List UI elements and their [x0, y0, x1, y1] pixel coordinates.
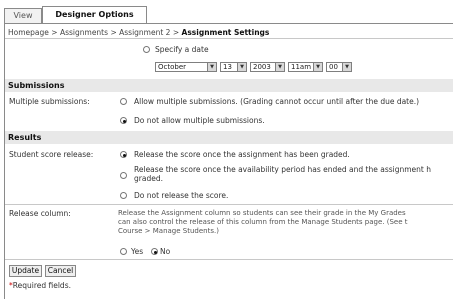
breadcrumb-separator: > [51, 28, 58, 37]
chevron-down-icon: ▼ [207, 63, 216, 71]
breadcrumb-home[interactable]: Homepage [8, 28, 49, 37]
required-text: Required fields. [12, 281, 71, 290]
release-when-graded-label: Release the score once the assignment ha… [134, 150, 350, 159]
multiple-submissions-label: Multiple submissions: [9, 97, 90, 106]
year-select[interactable]: 2003 ▼ [250, 62, 285, 72]
tab-divider [4, 23, 453, 24]
do-not-release-label: Do not release the score. [134, 191, 229, 200]
description-line: Release the Assignment column so student… [118, 209, 406, 217]
release-column-yes-radio[interactable] [120, 248, 127, 255]
chevron-down-icon: ▼ [313, 63, 322, 71]
breadcrumb-separator: > [110, 28, 117, 37]
minute-value: 00 [329, 63, 338, 71]
divider [5, 204, 453, 205]
description-line: Course > Manage Students.) [118, 227, 219, 235]
panel-border [4, 23, 5, 299]
allow-multiple-label: Allow multiple submissions. (Grading can… [134, 97, 420, 106]
breadcrumb-separator: > [172, 28, 180, 37]
description-line: can also control the release of this col… [118, 218, 408, 226]
disallow-multiple-radio[interactable] [120, 117, 127, 124]
specify-date-label: Specify a date [155, 45, 209, 54]
release-column-no-radio[interactable] [151, 248, 158, 255]
release-column-label: Release column: [9, 209, 71, 218]
divider [5, 259, 453, 260]
score-release-label: Student score release: [9, 150, 94, 159]
year-value: 2003 [253, 63, 271, 71]
chevron-down-icon: ▼ [275, 63, 284, 71]
day-value: 13 [223, 63, 232, 71]
disallow-multiple-label: Do not allow multiple submissions. [134, 116, 265, 125]
do-not-release-radio[interactable] [120, 192, 127, 199]
hour-value: 11am [291, 63, 312, 71]
chevron-down-icon: ▼ [342, 63, 351, 71]
release-column-description: Release the Assignment column so student… [118, 209, 453, 236]
breadcrumb-assignment[interactable]: Assignment 2 [119, 28, 170, 37]
release-after-period-label-line2: graded. [134, 174, 163, 183]
release-after-period-label-line1: Release the score once the availability … [134, 165, 431, 174]
breadcrumb: Homepage > Assignments > Assignment 2 > … [8, 28, 269, 37]
submissions-heading: Submissions [5, 79, 453, 92]
required-fields-note: *Required fields. [9, 281, 71, 290]
allow-multiple-radio[interactable] [120, 98, 127, 105]
results-heading: Results [5, 131, 453, 144]
cancel-button[interactable]: Cancel [45, 265, 76, 277]
breadcrumb-assignments[interactable]: Assignments [60, 28, 108, 37]
release-column-no-label: No [160, 247, 171, 256]
divider [5, 38, 453, 39]
release-when-graded-radio[interactable] [120, 151, 127, 158]
month-select[interactable]: October ▼ [155, 62, 217, 72]
hour-select[interactable]: 11am ▼ [288, 62, 323, 72]
day-select[interactable]: 13 ▼ [220, 62, 247, 72]
release-column-yes-label: Yes [131, 247, 144, 256]
tab-designer-options[interactable]: Designer Options [42, 6, 147, 23]
month-value: October [158, 63, 187, 71]
specify-date-radio[interactable] [143, 46, 150, 53]
minute-select[interactable]: 00 ▼ [326, 62, 352, 72]
release-after-period-radio[interactable] [120, 172, 127, 179]
update-button[interactable]: Update [9, 265, 42, 277]
tab-view[interactable]: View [4, 8, 42, 23]
breadcrumb-current: Assignment Settings [181, 28, 270, 37]
chevron-down-icon: ▼ [237, 63, 246, 71]
